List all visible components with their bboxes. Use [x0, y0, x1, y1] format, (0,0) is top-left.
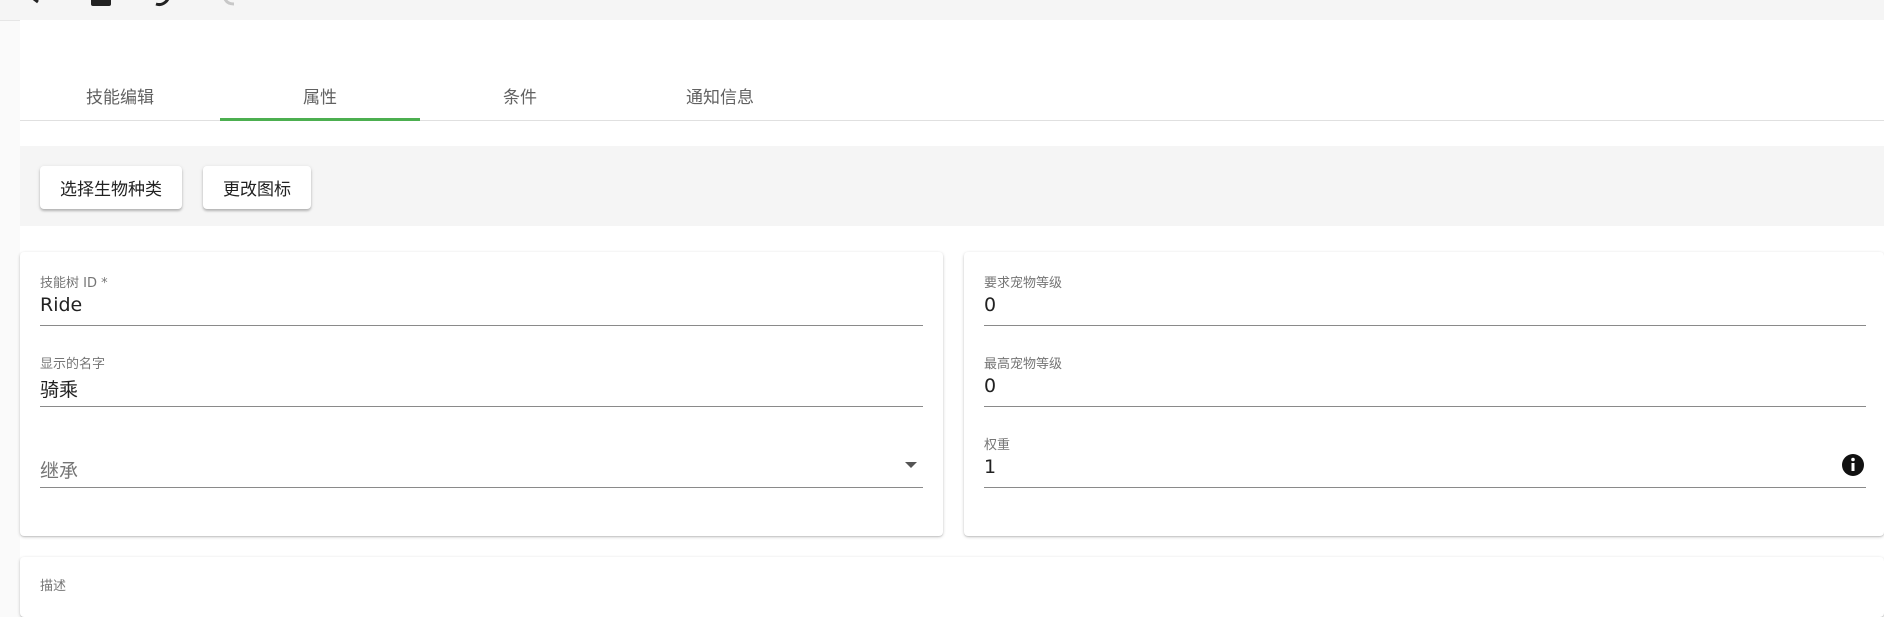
max-pet-level-label: 最高宠物等级	[984, 357, 1063, 372]
description-card: 描述	[20, 557, 1884, 617]
redo-icon	[218, 0, 244, 12]
top-toolbar	[0, 0, 1884, 21]
weight-field[interactable]: 权重 1	[984, 434, 1866, 488]
tab-skill-edit[interactable]: 技能编辑	[20, 70, 220, 120]
basic-info-card: 技能树 ID * Ride 显示的名字 骑乘 继承	[20, 252, 943, 536]
display-name-label: 显示的名字	[40, 357, 106, 372]
underline	[984, 487, 1866, 488]
tab-bar: 技能编辑 属性 条件 通知信息	[20, 70, 1884, 121]
max-pet-level-value[interactable]: 0	[984, 375, 996, 397]
skill-tree-id-field[interactable]: 技能树 ID * Ride	[40, 272, 923, 326]
underline	[984, 406, 1866, 407]
tab-conditions[interactable]: 条件	[420, 70, 620, 120]
skill-tree-id-value[interactable]: Ride	[40, 294, 82, 316]
max-pet-level-field[interactable]: 最高宠物等级 0	[984, 353, 1866, 407]
underline	[984, 325, 1866, 326]
skill-tree-id-label: 技能树 ID *	[40, 276, 108, 291]
required-pet-level-field[interactable]: 要求宠物等级 0	[984, 272, 1866, 326]
lock-icon[interactable]	[88, 0, 114, 12]
level-card: 要求宠物等级 0 最高宠物等级 0 权重 1	[964, 252, 1884, 536]
chevron-down-icon[interactable]	[905, 462, 917, 468]
action-bar: 选择生物种类 更改图标	[20, 146, 1884, 226]
required-pet-level-value[interactable]: 0	[984, 294, 996, 316]
weight-value[interactable]: 1	[984, 456, 996, 478]
undo-icon[interactable]	[150, 0, 176, 12]
tab-notifications[interactable]: 通知信息	[620, 70, 820, 120]
display-name-field[interactable]: 显示的名字 骑乘	[40, 353, 923, 407]
inherit-select[interactable]: 继承	[40, 434, 923, 488]
select-species-button[interactable]: 选择生物种类	[40, 166, 182, 209]
underline	[40, 487, 923, 488]
underline	[40, 325, 923, 326]
change-icon-button[interactable]: 更改图标	[203, 166, 311, 209]
underline	[40, 406, 923, 407]
inherit-placeholder: 继承	[40, 460, 79, 482]
tab-properties[interactable]: 属性	[220, 70, 420, 121]
required-pet-level-label: 要求宠物等级	[984, 276, 1063, 291]
editor-panel: 技能编辑 属性 条件 通知信息 选择生物种类 更改图标 技能树 ID * Rid…	[20, 20, 1884, 617]
description-label: 描述	[40, 579, 67, 594]
info-icon[interactable]	[1840, 452, 1866, 478]
weight-label: 权重	[984, 438, 1011, 453]
back-arrow-icon[interactable]	[26, 0, 52, 12]
display-name-value[interactable]: 骑乘	[40, 375, 78, 402]
